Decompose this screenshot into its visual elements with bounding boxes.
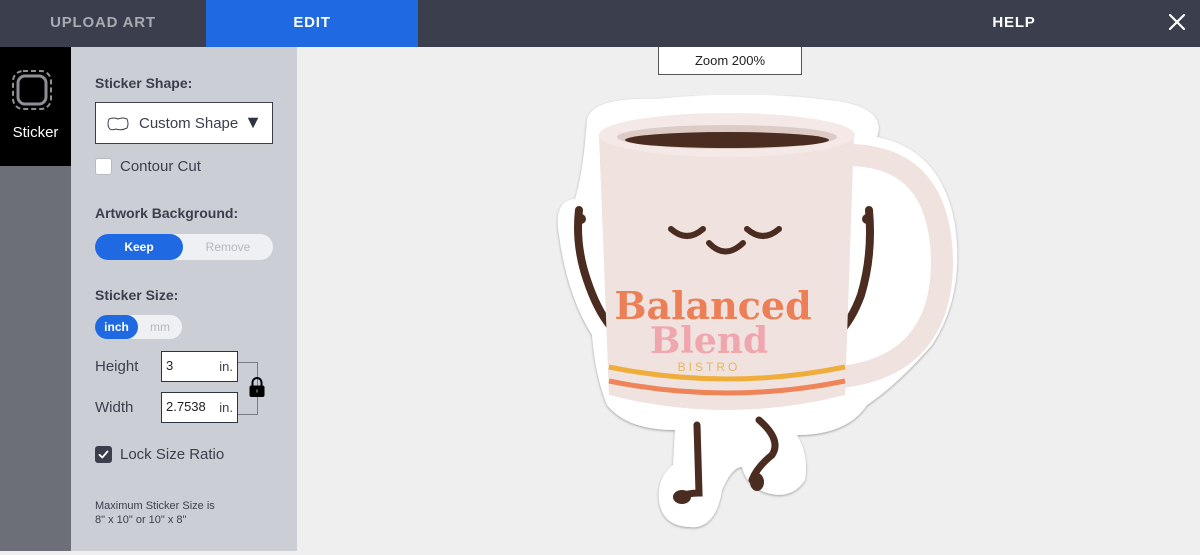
keep-background-option[interactable]: Keep: [95, 234, 183, 260]
right-hand: [862, 214, 872, 224]
sticker-shape-select[interactable]: Custom Shape ▼: [95, 102, 273, 144]
preview-canvas: Zoom 200% Balanced Blend BISTRO: [297, 47, 1200, 551]
right-foot: [750, 473, 764, 491]
unit-inch-option[interactable]: inch: [95, 315, 138, 339]
artwork-tagline: BISTRO: [678, 360, 741, 374]
dropdown-arrow-icon: ▼: [244, 112, 262, 132]
contour-cut-checkbox[interactable]: Contour Cut: [95, 157, 215, 177]
width-label: Width: [95, 399, 134, 416]
close-button[interactable]: [1160, 6, 1194, 40]
remove-background-option[interactable]: Remove: [183, 234, 273, 260]
tab-edit[interactable]: EDIT: [206, 0, 418, 47]
height-field[interactable]: in.: [161, 351, 238, 382]
top-nav-bar: UPLOAD ART EDIT HELP: [0, 0, 1200, 47]
height-input[interactable]: [166, 358, 216, 373]
sticker-shape-value: Custom Shape: [139, 115, 239, 132]
unit-toggle: inch mm: [95, 315, 182, 339]
checkbox-box[interactable]: [95, 158, 112, 175]
tab-upload-art[interactable]: UPLOAD ART: [0, 0, 206, 47]
sticker-artwork[interactable]: Balanced Blend BISTRO: [547, 95, 967, 555]
checkbox-box[interactable]: [95, 446, 112, 463]
artwork-background-toggle: Keep Remove: [95, 234, 273, 260]
max-size-note-line1: Maximum Sticker Size is: [95, 500, 215, 512]
sticker-shape-icon: [12, 70, 52, 110]
artwork-subtitle: Blend: [650, 320, 768, 362]
rail-item-sticker[interactable]: Sticker: [0, 47, 71, 166]
height-label: Height: [95, 358, 139, 375]
left-hand: [576, 214, 586, 224]
contour-cut-label: Contour Cut: [120, 158, 201, 175]
width-input[interactable]: [166, 399, 216, 414]
close-icon: [1168, 13, 1186, 31]
width-unit: in.: [219, 400, 233, 415]
max-size-note: Maximum Sticker Size is 8" x 10" or 10" …: [95, 499, 215, 527]
lock-size-ratio-label: Lock Size Ratio: [120, 446, 225, 463]
tool-rail: Sticker: [0, 47, 71, 551]
unit-mm-option[interactable]: mm: [138, 315, 182, 339]
lock-size-ratio-checkbox[interactable]: Lock Size Ratio: [95, 445, 235, 465]
coffee: [625, 132, 829, 148]
tab-help[interactable]: HELP: [916, 0, 1112, 47]
checkmark-icon: [98, 450, 109, 459]
rail-item-label: Sticker: [12, 124, 59, 141]
artwork-background-label: Artwork Background:: [95, 205, 239, 221]
width-field[interactable]: in.: [161, 392, 238, 423]
left-foot: [673, 490, 691, 504]
zoom-level-badge[interactable]: Zoom 200%: [658, 47, 802, 75]
height-unit: in.: [219, 359, 233, 374]
sticker-size-label: Sticker Size:: [95, 287, 179, 303]
lock-icon[interactable]: [248, 376, 266, 398]
custom-shape-icon: [107, 117, 129, 131]
sticker-shape-label: Sticker Shape:: [95, 75, 193, 91]
max-size-note-line2: 8" x 10" or 10" x 8": [95, 514, 187, 526]
settings-panel: Sticker Shape: Custom Shape ▼ Contour Cu…: [71, 47, 297, 551]
